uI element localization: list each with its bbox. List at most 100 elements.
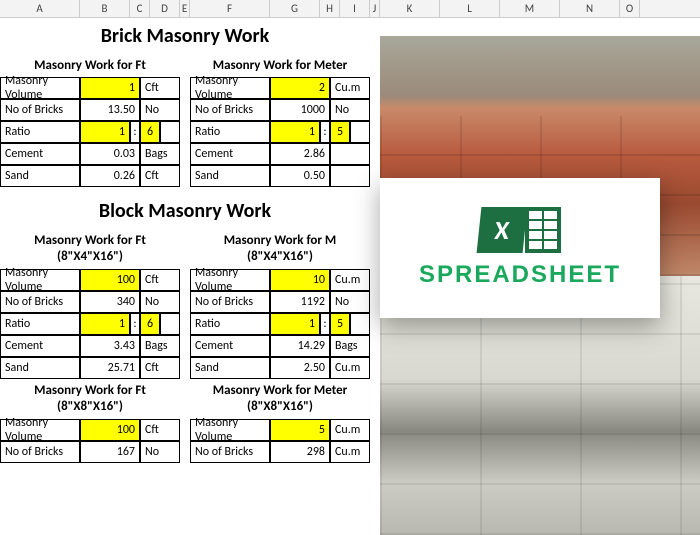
row-label[interactable]: No of Bricks [190,291,270,313]
col-E[interactable]: E [180,0,190,17]
row-value[interactable]: 0.50 [270,165,330,187]
row-value[interactable]: 2.50 [270,357,330,379]
col-G[interactable]: G [270,0,320,17]
table-row: Masonry Volume10Cu.m [190,269,370,291]
ratio-b[interactable]: 6 [140,313,160,335]
row-value[interactable]: 167 [80,441,140,463]
row-value[interactable]: 1 [80,77,140,99]
ratio-b[interactable]: 6 [140,121,160,143]
row-label[interactable]: Ratio [190,313,270,335]
row-value[interactable]: 3.43 [80,335,140,357]
ratio-colon: : [320,121,330,143]
row-unit: Cft [140,269,180,291]
col-A[interactable]: A [0,0,80,17]
row-label[interactable]: Ratio [0,121,80,143]
row-unit: Cft [140,357,180,379]
row-value[interactable]: 25.71 [80,357,140,379]
col-F[interactable]: F [190,0,270,17]
col-N[interactable]: N [560,0,620,17]
row-label[interactable]: Masonry Volume [0,419,80,441]
row-value[interactable]: 100 [80,419,140,441]
row-value[interactable]: 2.86 [270,143,330,165]
row-label[interactable]: Ratio [190,121,270,143]
row-unit [330,165,370,187]
row-label[interactable]: Sand [190,165,270,187]
worksheet[interactable]: X SPREADSHEET Brick Masonry Work Masonry… [0,18,700,463]
row-label[interactable]: Masonry Volume [190,269,270,291]
column-headers: A B C D E F G H I J K L M N O [0,0,700,18]
table-row: Masonry Volume5Cu.m [190,419,370,441]
col-I[interactable]: I [340,0,370,17]
col-O[interactable]: O [620,0,640,17]
row-label[interactable]: No of Bricks [0,99,80,121]
col-L[interactable]: L [440,0,500,17]
table-row: Sand25.71Cft [0,357,180,379]
row-value[interactable]: 1000 [270,99,330,121]
row-value[interactable]: 0.26 [80,165,140,187]
row-label[interactable]: Masonry Volume [0,77,80,99]
ratio-colon: : [130,121,140,143]
row-unit: Cu.m [330,419,370,441]
col-J[interactable]: J [370,0,380,17]
row-unit: Bags [140,335,180,357]
ratio-b[interactable]: 5 [330,121,350,143]
row-unit [330,143,370,165]
row-value[interactable]: 10 [270,269,330,291]
table-row: Cement2.86 [190,143,370,165]
row-label[interactable]: No of Bricks [190,99,270,121]
row-label[interactable]: Sand [0,357,80,379]
ratio-b[interactable]: 5 [330,313,350,335]
block-m4-header: Masonry Work for M(8"X4"X16") [190,229,370,269]
row-unit: Cu.m [330,441,370,463]
row-label[interactable]: No of Bricks [0,441,80,463]
col-M[interactable]: M [500,0,560,17]
block-m8-header: Masonry Work for Meter(8"X8"X16") [190,379,370,419]
row-label[interactable]: Ratio [0,313,80,335]
block-title: Block Masonry Work [0,193,370,229]
overlay-text: SPREADSHEET [419,261,621,289]
table-row: No of Bricks1192No [190,291,370,313]
col-H[interactable]: H [320,0,340,17]
row-label[interactable]: Cement [0,335,80,357]
row-value[interactable]: 0.03 [80,143,140,165]
row-value[interactable]: 2 [270,77,330,99]
row-label[interactable]: No of Bricks [190,441,270,463]
row-label[interactable]: No of Bricks [0,291,80,313]
table-row: Cement14.29Bags [190,335,370,357]
row-unit: No [140,291,180,313]
table-row: Ratio1:5 [190,121,370,143]
row-label[interactable]: Sand [0,165,80,187]
row-unit: Cft [140,165,180,187]
row-value[interactable]: 100 [80,269,140,291]
row-value[interactable]: 5 [270,419,330,441]
row-unit: Cft [140,77,180,99]
ratio-a[interactable]: 1 [80,121,130,143]
col-C[interactable]: C [130,0,150,17]
col-D[interactable]: D [150,0,180,17]
ratio-colon: : [130,313,140,335]
row-value[interactable]: 1192 [270,291,330,313]
row-value[interactable]: 14.29 [270,335,330,357]
row-label[interactable]: Cement [190,335,270,357]
row-unit: Cft [140,419,180,441]
row-label[interactable]: Masonry Volume [190,419,270,441]
row-value[interactable]: 340 [80,291,140,313]
ratio-a[interactable]: 1 [270,313,320,335]
row-unit: No [140,99,180,121]
row-label[interactable]: Sand [190,357,270,379]
row-value[interactable]: 298 [270,441,330,463]
table-row: Cement3.43Bags [0,335,180,357]
table-row: Ratio1:5 [190,313,370,335]
pad [350,121,370,143]
row-label[interactable]: Masonry Volume [0,269,80,291]
row-label[interactable]: Cement [0,143,80,165]
ratio-a[interactable]: 1 [270,121,320,143]
row-label[interactable]: Masonry Volume [190,77,270,99]
pad [350,313,370,335]
ratio-colon: : [320,313,330,335]
ratio-a[interactable]: 1 [80,313,130,335]
row-value[interactable]: 13.50 [80,99,140,121]
row-label[interactable]: Cement [190,143,270,165]
col-K[interactable]: K [380,0,440,17]
col-B[interactable]: B [80,0,130,17]
